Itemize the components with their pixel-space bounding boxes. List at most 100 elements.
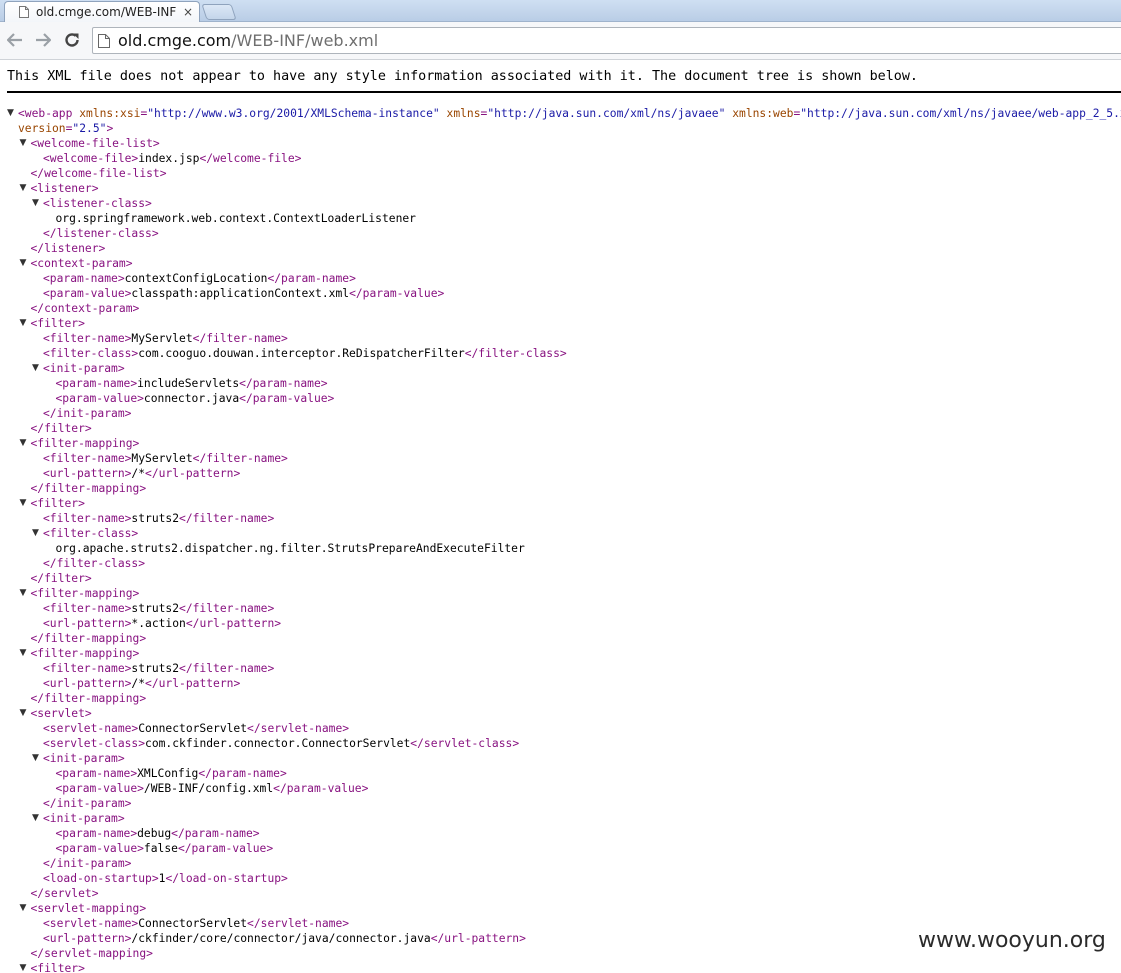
xml-tag: <welcome-file> xyxy=(43,152,139,165)
xml-txt: MyServlet xyxy=(131,452,193,465)
xml-tag: <init-param> xyxy=(43,752,125,765)
xml-tag: </filter-class> xyxy=(43,557,146,570)
xml-tag: </init-param> xyxy=(43,407,132,420)
collapse-arrow-icon[interactable]: ▼ xyxy=(20,586,27,601)
xml-line: ▼ <init-param> xyxy=(0,361,1121,376)
xml-line-content: <listener> xyxy=(31,181,99,196)
xml-tag: <filter-mapping> xyxy=(30,587,140,600)
xml-tag: <init-param> xyxy=(43,362,125,375)
collapse-arrow-icon[interactable]: ▼ xyxy=(32,751,39,766)
xml-line: <filter-name>struts2</filter-name> xyxy=(0,511,1121,526)
xml-tag: <filter-mapping> xyxy=(30,437,140,450)
xml-tag: <param-name> xyxy=(43,272,125,285)
tab-close-icon[interactable]: × xyxy=(183,5,193,19)
xml-tag: <load-on-startup> xyxy=(43,872,159,885)
xml-line: <servlet-class>com.ckfinder.connector.Co… xyxy=(0,736,1121,751)
collapse-arrow-icon[interactable]: ▼ xyxy=(32,361,39,376)
address-bar[interactable]: old.cmge.com/WEB-INF/web.xml xyxy=(92,27,1121,54)
xml-tag: </welcome-file-list> xyxy=(30,167,167,180)
xml-line: </servlet> xyxy=(0,886,1121,901)
back-button[interactable] xyxy=(5,30,25,50)
xml-line-content: <filter-mapping> xyxy=(31,646,140,661)
collapse-arrow-icon[interactable]: ▼ xyxy=(32,196,39,211)
xml-tag: </filter-mapping> xyxy=(30,632,147,645)
collapse-arrow-icon[interactable]: ▼ xyxy=(20,496,27,511)
xml-tag: <init-param> xyxy=(43,812,125,825)
xml-line: <param-name>contextConfigLocation</param… xyxy=(0,271,1121,286)
collapse-arrow-icon[interactable]: ▼ xyxy=(20,136,27,151)
xml-txt: debug xyxy=(137,827,172,840)
xml-tag: </init-param> xyxy=(43,797,132,810)
xml-line-content: <servlet-name>ConnectorServlet</servlet-… xyxy=(43,916,349,931)
xml-line-content: <param-name>contextConfigLocation</param… xyxy=(43,271,356,286)
collapse-arrow-icon[interactable]: ▼ xyxy=(32,811,39,826)
xml-line: <filter-name>MyServlet</filter-name> xyxy=(0,331,1121,346)
xml-line-content: <url-pattern>/*</url-pattern> xyxy=(43,466,240,481)
xml-line: <param-value>false</param-value> xyxy=(0,841,1121,856)
collapse-arrow-icon[interactable]: ▼ xyxy=(20,436,27,451)
xml-tag: <param-value> xyxy=(43,287,132,300)
collapse-arrow-icon[interactable]: ▼ xyxy=(20,706,27,721)
xml-val: "http://java.sun.com/xml/ns/javaee/web-a… xyxy=(800,107,1121,120)
xml-line: ▼ <filter> xyxy=(0,496,1121,511)
xml-tag: </url-pattern> xyxy=(430,932,526,945)
xml-tag: <param-value> xyxy=(55,392,144,405)
collapse-arrow-icon[interactable]: ▼ xyxy=(20,901,27,916)
xml-txt: XMLConfig xyxy=(137,767,199,780)
xml-line-content: <filter-mapping> xyxy=(31,586,140,601)
xml-line: </filter-mapping> xyxy=(0,631,1121,646)
xml-line-content: <welcome-file>index.jsp</welcome-file> xyxy=(43,151,301,166)
xml-txt: /* xyxy=(131,467,146,480)
xml-line-content: <url-pattern>*.action</url-pattern> xyxy=(43,616,281,631)
xml-line: <param-value>/WEB-INF/config.xml</param-… xyxy=(0,781,1121,796)
xml-tag: </param-value> xyxy=(177,842,274,855)
xml-txt: /WEB-INF/config.xml xyxy=(143,782,274,795)
collapse-arrow-icon[interactable]: ▼ xyxy=(20,961,27,973)
xml-line-content: </listener> xyxy=(31,241,106,256)
url-text[interactable]: old.cmge.com/WEB-INF/web.xml xyxy=(118,31,378,50)
xml-line-content: <context-param> xyxy=(31,256,133,271)
forward-button[interactable] xyxy=(33,30,53,50)
xml-tag: <servlet-mapping> xyxy=(30,902,147,915)
xml-line-content: <param-name>includeServlets</param-name> xyxy=(56,376,328,391)
xml-tag: </param-name> xyxy=(198,767,287,780)
collapse-arrow-icon[interactable]: ▼ xyxy=(20,316,27,331)
collapse-arrow-icon[interactable]: ▼ xyxy=(20,256,27,271)
xml-line-content: <filter-class>com.cooguo.douwan.intercep… xyxy=(43,346,567,361)
tab-strip: old.cmge.com/WEB-INF × xyxy=(0,0,1121,22)
collapse-arrow-icon[interactable]: ▼ xyxy=(20,181,27,196)
xml-txt: connector.java xyxy=(143,392,240,405)
xml-val: "http://java.sun.com/xml/ns/javaee" xyxy=(487,107,726,120)
xml-tag: <filter-name> xyxy=(43,662,132,675)
xml-tag: <filter> xyxy=(30,497,85,510)
xml-tag: </param-value> xyxy=(273,782,369,795)
xml-tag: </filter-name> xyxy=(179,602,275,615)
new-tab-button[interactable] xyxy=(201,4,237,20)
xml-tag: </context-param> xyxy=(30,302,140,315)
xml-line-content: <init-param> xyxy=(43,751,125,766)
xml-line-content: <filter> xyxy=(31,496,85,511)
collapse-arrow-icon[interactable]: ▼ xyxy=(7,106,14,121)
collapse-arrow-icon[interactable]: ▼ xyxy=(20,646,27,661)
xml-line-content: </filter-class> xyxy=(43,556,145,571)
xml-txt: /* xyxy=(131,677,146,690)
xml-tag: </param-value> xyxy=(349,287,445,300)
xml-tag: <filter> xyxy=(30,317,85,330)
xml-val: "http://www.w3.org/2001/XMLSchema-instan… xyxy=(147,107,440,120)
xml-line-content: </servlet> xyxy=(31,886,99,901)
xml-line-content: <filter-name>struts2</filter-name> xyxy=(43,511,274,526)
xml-line: </context-param> xyxy=(0,301,1121,316)
xml-txt: org.apache.struts2.dispatcher.ng.filter.… xyxy=(55,542,525,555)
xml-line: ▼ <welcome-file-list> xyxy=(0,136,1121,151)
active-tab[interactable]: old.cmge.com/WEB-INF × xyxy=(4,1,200,22)
xml-line-content: org.springframework.web.context.ContextL… xyxy=(56,211,416,226)
xml-line-content: </filter-mapping> xyxy=(31,631,147,646)
xml-tag: <url-pattern> xyxy=(43,617,132,630)
xml-line-content: </filter-mapping> xyxy=(31,691,147,706)
collapse-arrow-icon[interactable]: ▼ xyxy=(32,526,39,541)
reload-button[interactable] xyxy=(62,30,82,50)
xml-line: ▼ <servlet-mapping> xyxy=(0,901,1121,916)
xml-line: </listener> xyxy=(0,241,1121,256)
xml-line-content: <filter-class> xyxy=(43,526,138,541)
xml-txt xyxy=(440,107,447,120)
